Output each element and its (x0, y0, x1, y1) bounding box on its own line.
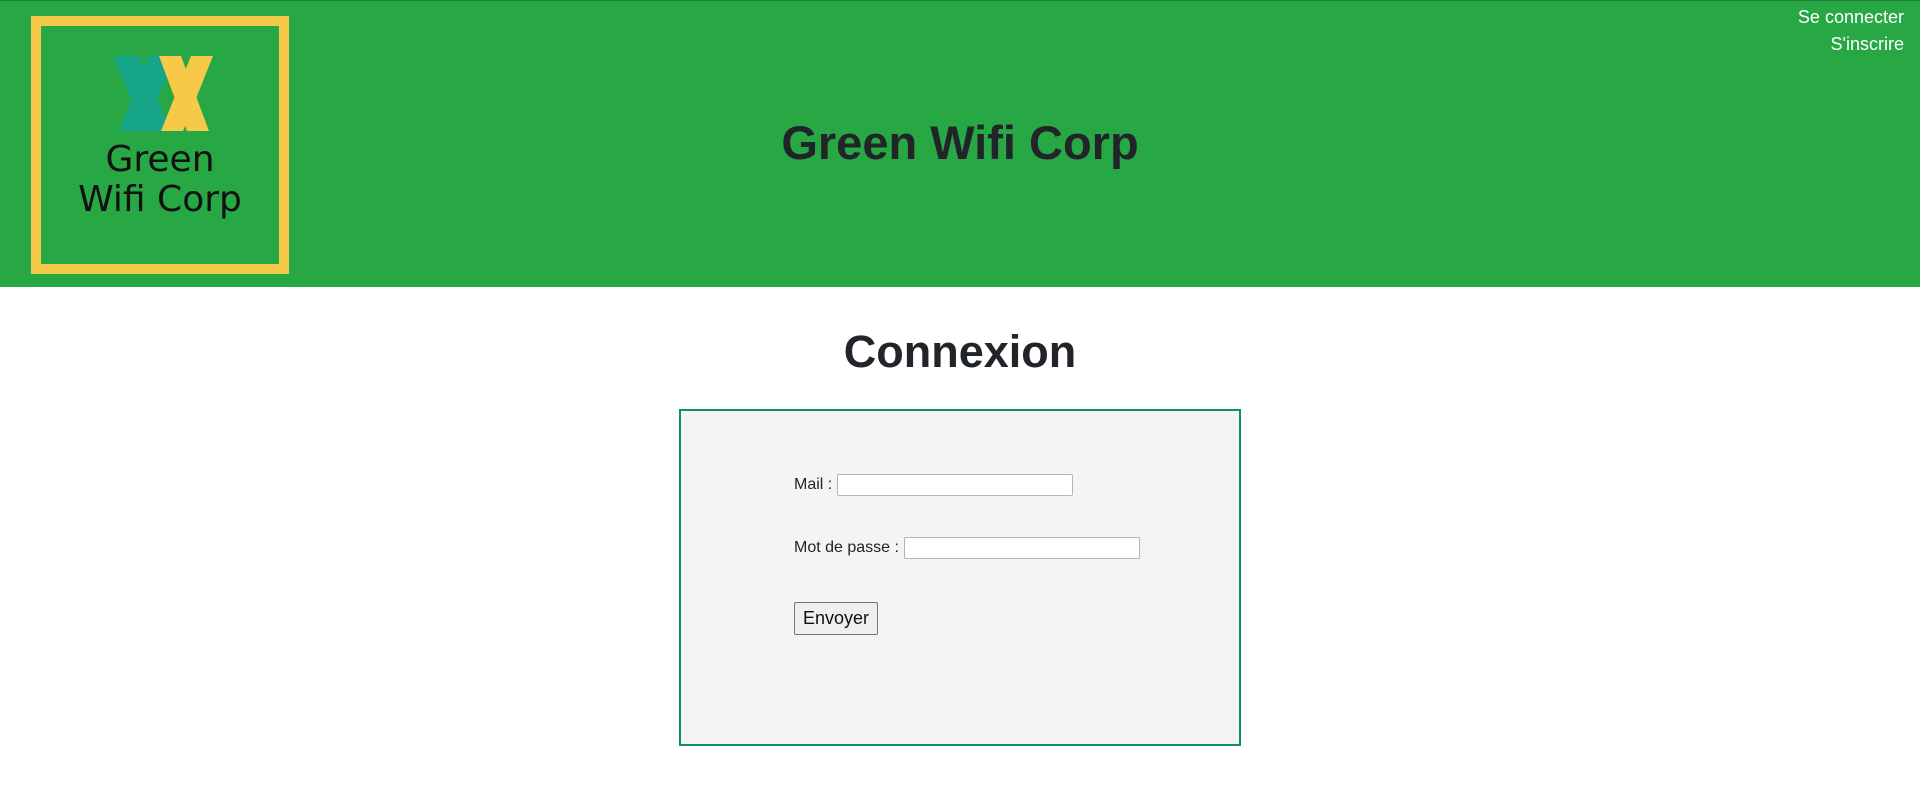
site-title: Green Wifi Corp (781, 116, 1139, 169)
logo: Green Wifi Corp (31, 16, 289, 274)
login-form: Mail : Mot de passe : Envoyer (679, 409, 1241, 746)
page-title: Connexion (843, 326, 1077, 377)
submit-button[interactable]: Envoyer (794, 602, 879, 635)
auth-links: Se connecter S'inscrire (1798, 4, 1904, 58)
password-label: Mot de passe : (794, 539, 899, 556)
logo-text-line2: Wifi Corp (78, 179, 242, 220)
password-input[interactable] (903, 537, 1140, 559)
password-row: Mot de passe : (794, 537, 1140, 559)
logo-mark: Green Wifi Corp (78, 56, 242, 220)
mail-row: Mail : (794, 474, 1074, 496)
register-link[interactable]: S'inscrire (1798, 31, 1904, 58)
mail-label: Mail : (794, 476, 833, 493)
mail-input[interactable] (837, 474, 1074, 496)
site-header: Green Wifi Corp Green Wifi Corp Se conne… (0, 0, 1920, 287)
login-link[interactable]: Se connecter (1798, 4, 1904, 31)
logo-text-line1: Green (105, 139, 214, 180)
